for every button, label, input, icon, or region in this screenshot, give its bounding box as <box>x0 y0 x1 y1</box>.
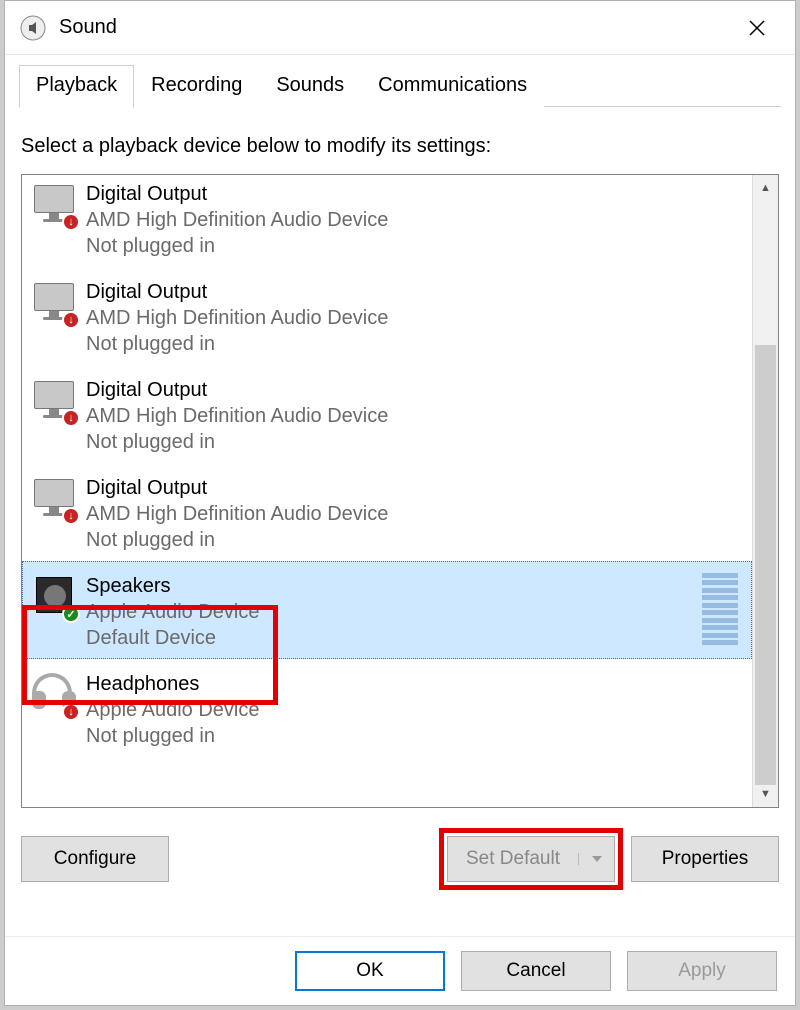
tab-communications[interactable]: Communications <box>361 65 544 107</box>
headphones-icon <box>30 671 78 719</box>
speaker-icon <box>30 573 78 621</box>
monitor-icon <box>30 279 78 327</box>
scroll-thumb[interactable] <box>755 345 776 785</box>
device-list-container: Digital Output AMD High Definition Audio… <box>21 174 779 808</box>
device-name: Digital Output <box>86 475 388 501</box>
device-status: Not plugged in <box>86 331 388 357</box>
dropdown-arrow-icon[interactable] <box>578 853 614 865</box>
sound-dialog: Sound Playback Recording Sounds Communic… <box>4 0 796 1006</box>
device-name: Digital Output <box>86 279 388 305</box>
scrollbar[interactable]: ▲ ▼ <box>752 175 778 807</box>
device-status: Not plugged in <box>86 429 388 455</box>
unplugged-badge-icon <box>62 703 80 721</box>
instruction-text: Select a playback device below to modify… <box>21 135 779 158</box>
device-status: Not plugged in <box>86 527 388 553</box>
monitor-icon <box>30 181 78 229</box>
device-list[interactable]: Digital Output AMD High Definition Audio… <box>22 175 752 807</box>
volume-meter <box>702 573 738 645</box>
dialog-content: Playback Recording Sounds Communications… <box>5 55 795 936</box>
tab-recording[interactable]: Recording <box>134 65 259 107</box>
device-driver: AMD High Definition Audio Device <box>86 207 388 233</box>
device-driver: AMD High Definition Audio Device <box>86 403 388 429</box>
bottom-buttons: Configure Set Default Properties <box>21 828 779 890</box>
device-name: Speakers <box>86 573 259 599</box>
unplugged-badge-icon <box>62 213 80 231</box>
device-status: Default Device <box>86 625 259 651</box>
close-button[interactable] <box>727 8 787 48</box>
dialog-buttons: OK Cancel Apply <box>5 936 795 1005</box>
default-badge-icon <box>62 605 80 623</box>
device-name: Digital Output <box>86 377 388 403</box>
set-default-label: Set Default <box>448 848 578 870</box>
window-title: Sound <box>59 16 727 39</box>
device-item[interactable]: Headphones Apple Audio Device Not plugge… <box>22 659 752 757</box>
tab-sounds[interactable]: Sounds <box>259 65 361 107</box>
device-item[interactable]: Digital Output AMD High Definition Audio… <box>22 267 752 365</box>
device-name: Headphones <box>86 671 259 697</box>
device-driver: AMD High Definition Audio Device <box>86 501 388 527</box>
scroll-track[interactable] <box>753 201 778 781</box>
ok-button[interactable]: OK <box>295 951 445 991</box>
monitor-icon <box>30 377 78 425</box>
configure-button[interactable]: Configure <box>21 836 169 882</box>
monitor-icon <box>30 475 78 523</box>
device-name: Digital Output <box>86 181 388 207</box>
device-driver: Apple Audio Device <box>86 697 259 723</box>
device-item[interactable]: Digital Output AMD High Definition Audio… <box>22 365 752 463</box>
device-status: Not plugged in <box>86 723 259 749</box>
properties-button[interactable]: Properties <box>631 836 779 882</box>
device-status: Not plugged in <box>86 233 388 259</box>
device-item-speakers[interactable]: Speakers Apple Audio Device Default Devi… <box>22 561 752 659</box>
cancel-button[interactable]: Cancel <box>461 951 611 991</box>
tab-playback[interactable]: Playback <box>19 65 134 108</box>
unplugged-badge-icon <box>62 409 80 427</box>
annotation-highlight-setdefault: Set Default <box>439 828 623 890</box>
scroll-up-icon[interactable]: ▲ <box>753 175 778 201</box>
device-driver: Apple Audio Device <box>86 599 259 625</box>
device-item[interactable]: Digital Output AMD High Definition Audio… <box>22 175 752 267</box>
apply-button[interactable]: Apply <box>627 951 777 991</box>
titlebar: Sound <box>5 1 795 55</box>
unplugged-badge-icon <box>62 311 80 329</box>
tabs: Playback Recording Sounds Communications <box>19 63 781 107</box>
sound-app-icon <box>19 14 47 42</box>
device-driver: AMD High Definition Audio Device <box>86 305 388 331</box>
set-default-button[interactable]: Set Default <box>447 836 615 882</box>
unplugged-badge-icon <box>62 507 80 525</box>
device-item[interactable]: Digital Output AMD High Definition Audio… <box>22 463 752 561</box>
